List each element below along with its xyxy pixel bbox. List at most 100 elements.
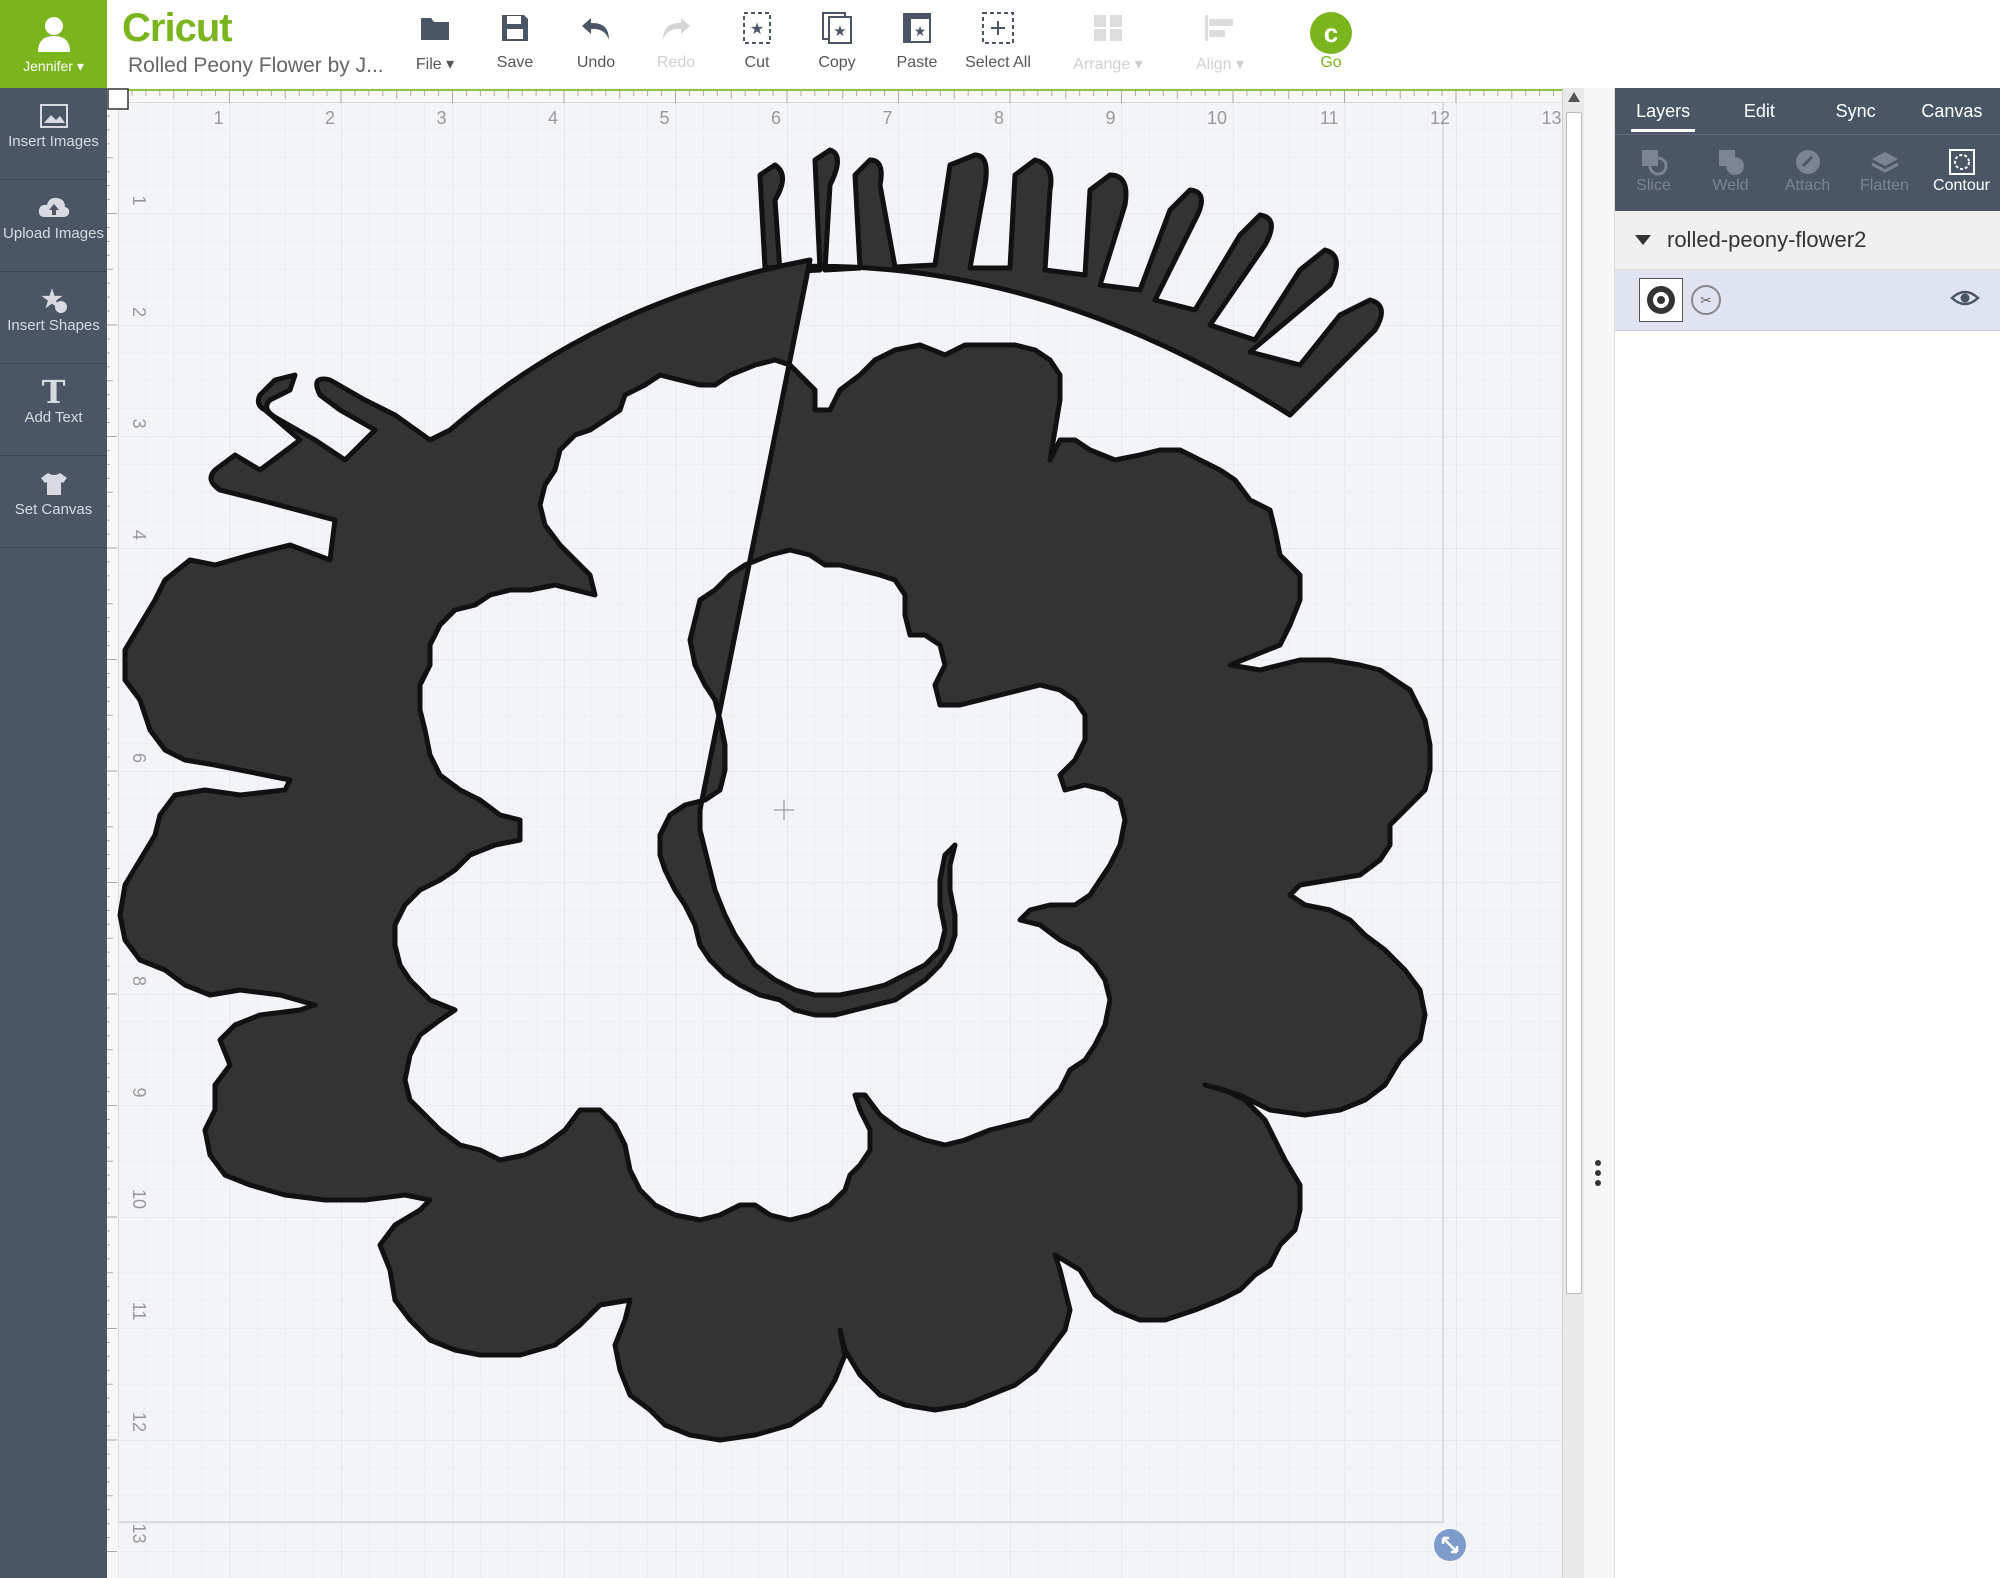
- user-name: Jennifer: [23, 58, 73, 74]
- tab-edit[interactable]: Edit: [1711, 88, 1807, 134]
- contour-label: Contour: [1933, 177, 1990, 194]
- contour-icon: [1923, 147, 2000, 177]
- left-sidebar: Insert Images Upload Images ★ Insert Sha…: [0, 88, 107, 1578]
- tshirt-icon: [0, 466, 107, 502]
- align-icon: [1180, 8, 1260, 48]
- ruler-label: 8: [129, 976, 149, 986]
- set-canvas-button[interactable]: Set Canvas: [0, 456, 107, 548]
- resize-handle[interactable]: [1434, 1529, 1466, 1561]
- ruler-label: 10: [1207, 108, 1227, 128]
- ruler-label: 1: [129, 195, 149, 205]
- redo-button[interactable]: Redo: [636, 8, 716, 72]
- flatten-button[interactable]: Flatten: [1846, 135, 1923, 211]
- cut-label: Cut: [744, 54, 770, 71]
- svg-text:★: ★: [914, 23, 927, 39]
- tab-sync[interactable]: Sync: [1808, 88, 1904, 134]
- shapes-icon: ★: [0, 282, 107, 318]
- select-all-button[interactable]: Select All: [958, 8, 1038, 72]
- layer-thumbnail: [1639, 278, 1683, 322]
- add-text-label: Add Text: [24, 409, 83, 426]
- weld-button[interactable]: Weld: [1692, 135, 1769, 211]
- add-text-button[interactable]: T Add Text: [0, 364, 107, 456]
- ruler-label: 9: [1105, 108, 1115, 128]
- select-all-label: Select All: [965, 54, 1031, 71]
- scroll-up-icon[interactable]: [1568, 92, 1580, 102]
- ruler-label: 5: [659, 108, 669, 128]
- ruler-label: 13: [129, 1523, 149, 1543]
- scrollbar-thumb[interactable]: [1566, 112, 1582, 1294]
- layer-row[interactable]: ✂: [1615, 270, 2000, 331]
- design-canvas[interactable]: 12345678910111213 12345678910111213: [107, 88, 1562, 1578]
- undo-button[interactable]: Undo: [556, 8, 636, 72]
- contour-button[interactable]: Contour: [1923, 135, 2000, 211]
- ruler-label: 4: [548, 108, 558, 128]
- save-label: Save: [496, 54, 534, 71]
- save-icon: [475, 8, 555, 48]
- weld-icon: [1692, 147, 1769, 177]
- upload-images-label: Upload Images: [3, 225, 104, 242]
- attach-label: Attach: [1784, 177, 1831, 194]
- flatten-icon: [1846, 147, 1923, 177]
- ruler-corner: [107, 88, 129, 110]
- go-label: Go: [1320, 54, 1342, 71]
- ruler-label: 7: [882, 108, 892, 128]
- file-button[interactable]: File ▾: [395, 8, 475, 74]
- paste-button[interactable]: ★ Paste: [877, 8, 957, 72]
- user-menu[interactable]: Jennifer ▾: [0, 0, 107, 88]
- ruler-label: 9: [129, 1087, 149, 1097]
- ruler-label: 8: [994, 108, 1004, 128]
- ruler-label: 13: [1541, 108, 1561, 128]
- slice-button[interactable]: Slice: [1615, 135, 1692, 211]
- panel-tab-bar: Layers Edit Sync Canvas: [1615, 88, 2000, 134]
- tab-canvas[interactable]: Canvas: [1904, 88, 2000, 134]
- tab-layers[interactable]: Layers: [1615, 88, 1711, 134]
- ruler-label: 2: [129, 307, 149, 317]
- text-icon: T: [41, 373, 66, 411]
- upload-images-button[interactable]: Upload Images: [0, 180, 107, 272]
- arrange-button[interactable]: Arrange ▾: [1068, 8, 1148, 74]
- select-all-icon: [958, 8, 1038, 48]
- align-button[interactable]: Align ▾: [1180, 8, 1260, 74]
- redo-icon: [636, 8, 716, 48]
- ruler-label: 1: [213, 108, 223, 128]
- vertical-scrollbar[interactable]: [1562, 88, 1585, 1578]
- cut-button[interactable]: ★ Cut: [717, 8, 797, 72]
- ruler-label: 12: [129, 1412, 149, 1432]
- ruler-label: 11: [1320, 108, 1339, 128]
- save-button[interactable]: Save: [475, 8, 555, 72]
- redo-label: Redo: [656, 54, 696, 71]
- ruler-label: 11: [129, 1302, 149, 1321]
- document-title[interactable]: Rolled Peony Flower by J...: [128, 54, 384, 78]
- layers-panel: Layers Edit Sync Canvas Slice Weld Attac…: [1615, 88, 2000, 1578]
- ruler-label: 6: [771, 108, 781, 128]
- ruler-label: 10: [129, 1189, 149, 1209]
- svg-text:★: ★: [750, 21, 764, 38]
- paste-label: Paste: [896, 54, 938, 71]
- panel-divider[interactable]: [1584, 88, 1615, 1578]
- cloud-upload-icon: [0, 190, 107, 226]
- collapse-triangle-icon[interactable]: [1635, 235, 1651, 245]
- copy-label: Copy: [818, 54, 856, 71]
- insert-shapes-button[interactable]: ★ Insert Shapes: [0, 272, 107, 364]
- drag-handle-icon[interactable]: [1595, 1160, 1601, 1190]
- arrange-icon: [1068, 8, 1148, 48]
- ruler-label: 6: [129, 753, 149, 763]
- insert-images-label: Insert Images: [8, 133, 99, 150]
- go-icon: c: [1323, 18, 1339, 48]
- paste-icon: ★: [877, 8, 957, 48]
- chevron-down-icon: ▾: [76, 58, 84, 74]
- insert-images-button[interactable]: Insert Images: [0, 88, 107, 180]
- copy-button[interactable]: ★ Copy: [797, 8, 877, 72]
- slice-icon: [1615, 147, 1692, 177]
- brand-logo: Cricut: [122, 6, 233, 50]
- eye-icon[interactable]: [1950, 288, 1980, 313]
- flatten-label: Flatten: [1860, 177, 1909, 194]
- align-label: Align: [1195, 56, 1232, 73]
- file-label: File: [415, 56, 442, 73]
- scissors-icon[interactable]: ✂: [1691, 285, 1721, 315]
- weld-label: Weld: [1712, 177, 1749, 194]
- top-toolbar: Jennifer ▾ Cricut Rolled Peony Flower by…: [0, 0, 2000, 90]
- layer-group-header[interactable]: rolled-peony-flower2: [1615, 211, 2000, 270]
- attach-button[interactable]: Attach: [1769, 135, 1846, 211]
- go-button[interactable]: c: [1310, 12, 1352, 54]
